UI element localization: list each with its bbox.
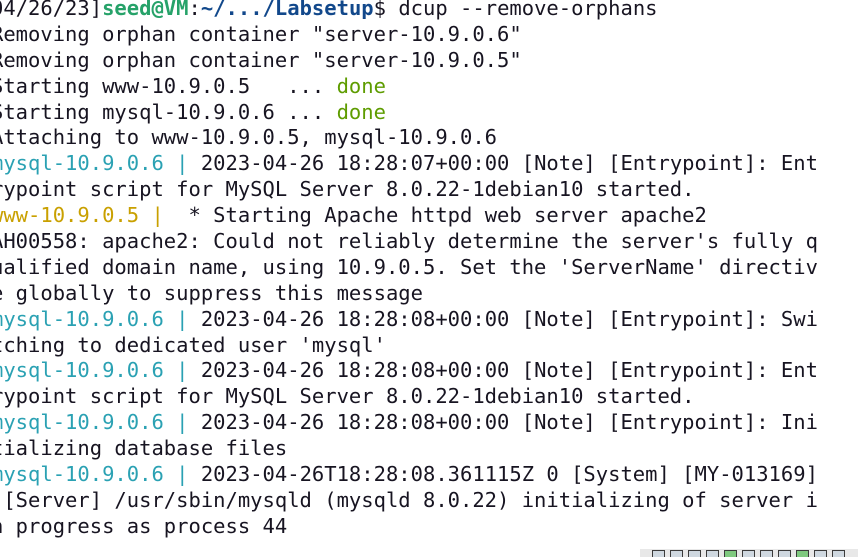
output-line: Removing orphan container "server-10.9.0… [0, 47, 522, 72]
storage-icon[interactable] [652, 550, 665, 557]
terminal-output: 04/26/23]seed@VM:~/.../Labsetup$ dcup --… [0, 0, 818, 540]
terminal-window[interactable]: 04/26/23]seed@VM:~/.../Labsetup$ dcup --… [0, 0, 858, 557]
log-continuation: rypoint script for MySQL Server 8.0.22-1… [0, 384, 695, 409]
audio-icon[interactable] [688, 550, 701, 557]
log-continuation: tializing database files [0, 436, 288, 461]
log-line: mysql-10.9.0.6 | 2023-04-26 18:28:08+00:… [0, 358, 818, 384]
optical-drive-icon[interactable] [670, 550, 683, 557]
log-text: 2023-04-26 18:28:08+00:00 [Note] [Entryp… [200, 358, 818, 383]
prompt-dollar: $ [373, 0, 399, 20]
starting-label: Starting mysql-10.9.0.6 ... [0, 99, 337, 124]
log-line: mysql-10.9.0.6 | 2023-04-26 18:28:08+00:… [0, 307, 818, 333]
log-prefix-mysql: mysql-10.9.0.6 | [0, 306, 201, 331]
log-line: www-10.9.0.5 | * Starting Apache httpd w… [0, 203, 818, 229]
starting-line: Starting www-10.9.0.5 ... done [0, 74, 818, 100]
prompt-path: ~/.../Labsetup [200, 0, 374, 20]
log-prefix-www: www-10.9.0.5 | [0, 203, 177, 228]
prompt-command: dcup --remove-orphans [398, 0, 658, 20]
network-icon[interactable] [706, 550, 719, 557]
display-icon[interactable] [760, 550, 773, 557]
prompt-date: 04/26/23] [0, 0, 103, 20]
log-prefix-mysql: mysql-10.9.0.6 | [0, 462, 201, 487]
starting-label: Starting www-10.9.0.5 ... [0, 73, 337, 98]
log-continuation: rypoint script for MySQL Server 8.0.22-1… [0, 177, 695, 202]
log-prefix-mysql: mysql-10.9.0.6 | [0, 151, 201, 176]
log-continuation: tching to dedicated user 'mysql' [0, 332, 386, 357]
status-done: done [336, 73, 386, 98]
usb-icon[interactable] [724, 550, 737, 557]
log-prefix-mysql: mysql-10.9.0.6 | [0, 358, 201, 383]
log-continuation: AH00558: apache2: Could not reliably det… [0, 229, 818, 254]
cpu-icon[interactable] [796, 550, 809, 557]
prompt-separator: : [188, 0, 201, 20]
output-line: Removing orphan container "server-10.9.0… [0, 21, 522, 46]
log-line: mysql-10.9.0.6 | 2023-04-26 18:28:08+00:… [0, 410, 818, 436]
recording-icon[interactable] [778, 550, 791, 557]
starting-line: Starting mysql-10.9.0.6 ... done [0, 100, 818, 126]
vm-status-bar [640, 549, 858, 557]
prompt-user-host: seed@VM [102, 0, 189, 20]
log-text: 2023-04-26 18:28:07+00:00 [Note] [Entryp… [200, 151, 818, 176]
log-continuation: n progress as process 44 [0, 513, 288, 538]
log-text: 2023-04-26 18:28:08+00:00 [Note] [Entryp… [200, 410, 818, 435]
log-continuation: e globally to suppress this message [0, 280, 423, 305]
log-line: mysql-10.9.0.6 | 2023-04-26 18:28:07+00:… [0, 151, 818, 177]
status-done: done [336, 99, 386, 124]
log-text: * Starting Apache httpd web server apach… [176, 203, 707, 228]
log-text: 2023-04-26T18:28:08.361115Z 0 [System] [… [200, 462, 818, 487]
log-prefix-mysql: mysql-10.9.0.6 | [0, 410, 201, 435]
prompt-line: 04/26/23]seed@VM:~/.../Labsetup$ dcup --… [0, 0, 818, 22]
log-continuation: [Server] /usr/sbin/mysqld (mysqld 8.0.22… [0, 487, 818, 512]
log-continuation: ualified domain name, using 10.9.0.5. Se… [0, 254, 818, 279]
log-text: 2023-04-26 18:28:08+00:00 [Note] [Entryp… [200, 306, 818, 331]
mouse-integration-icon[interactable] [814, 550, 827, 557]
attaching-line: Attaching to www-10.9.0.5, mysql-10.9.0.… [0, 125, 498, 150]
log-line: mysql-10.9.0.6 | 2023-04-26T18:28:08.361… [0, 462, 818, 488]
keyboard-icon[interactable] [832, 550, 845, 557]
shared-folder-icon[interactable] [742, 550, 755, 557]
